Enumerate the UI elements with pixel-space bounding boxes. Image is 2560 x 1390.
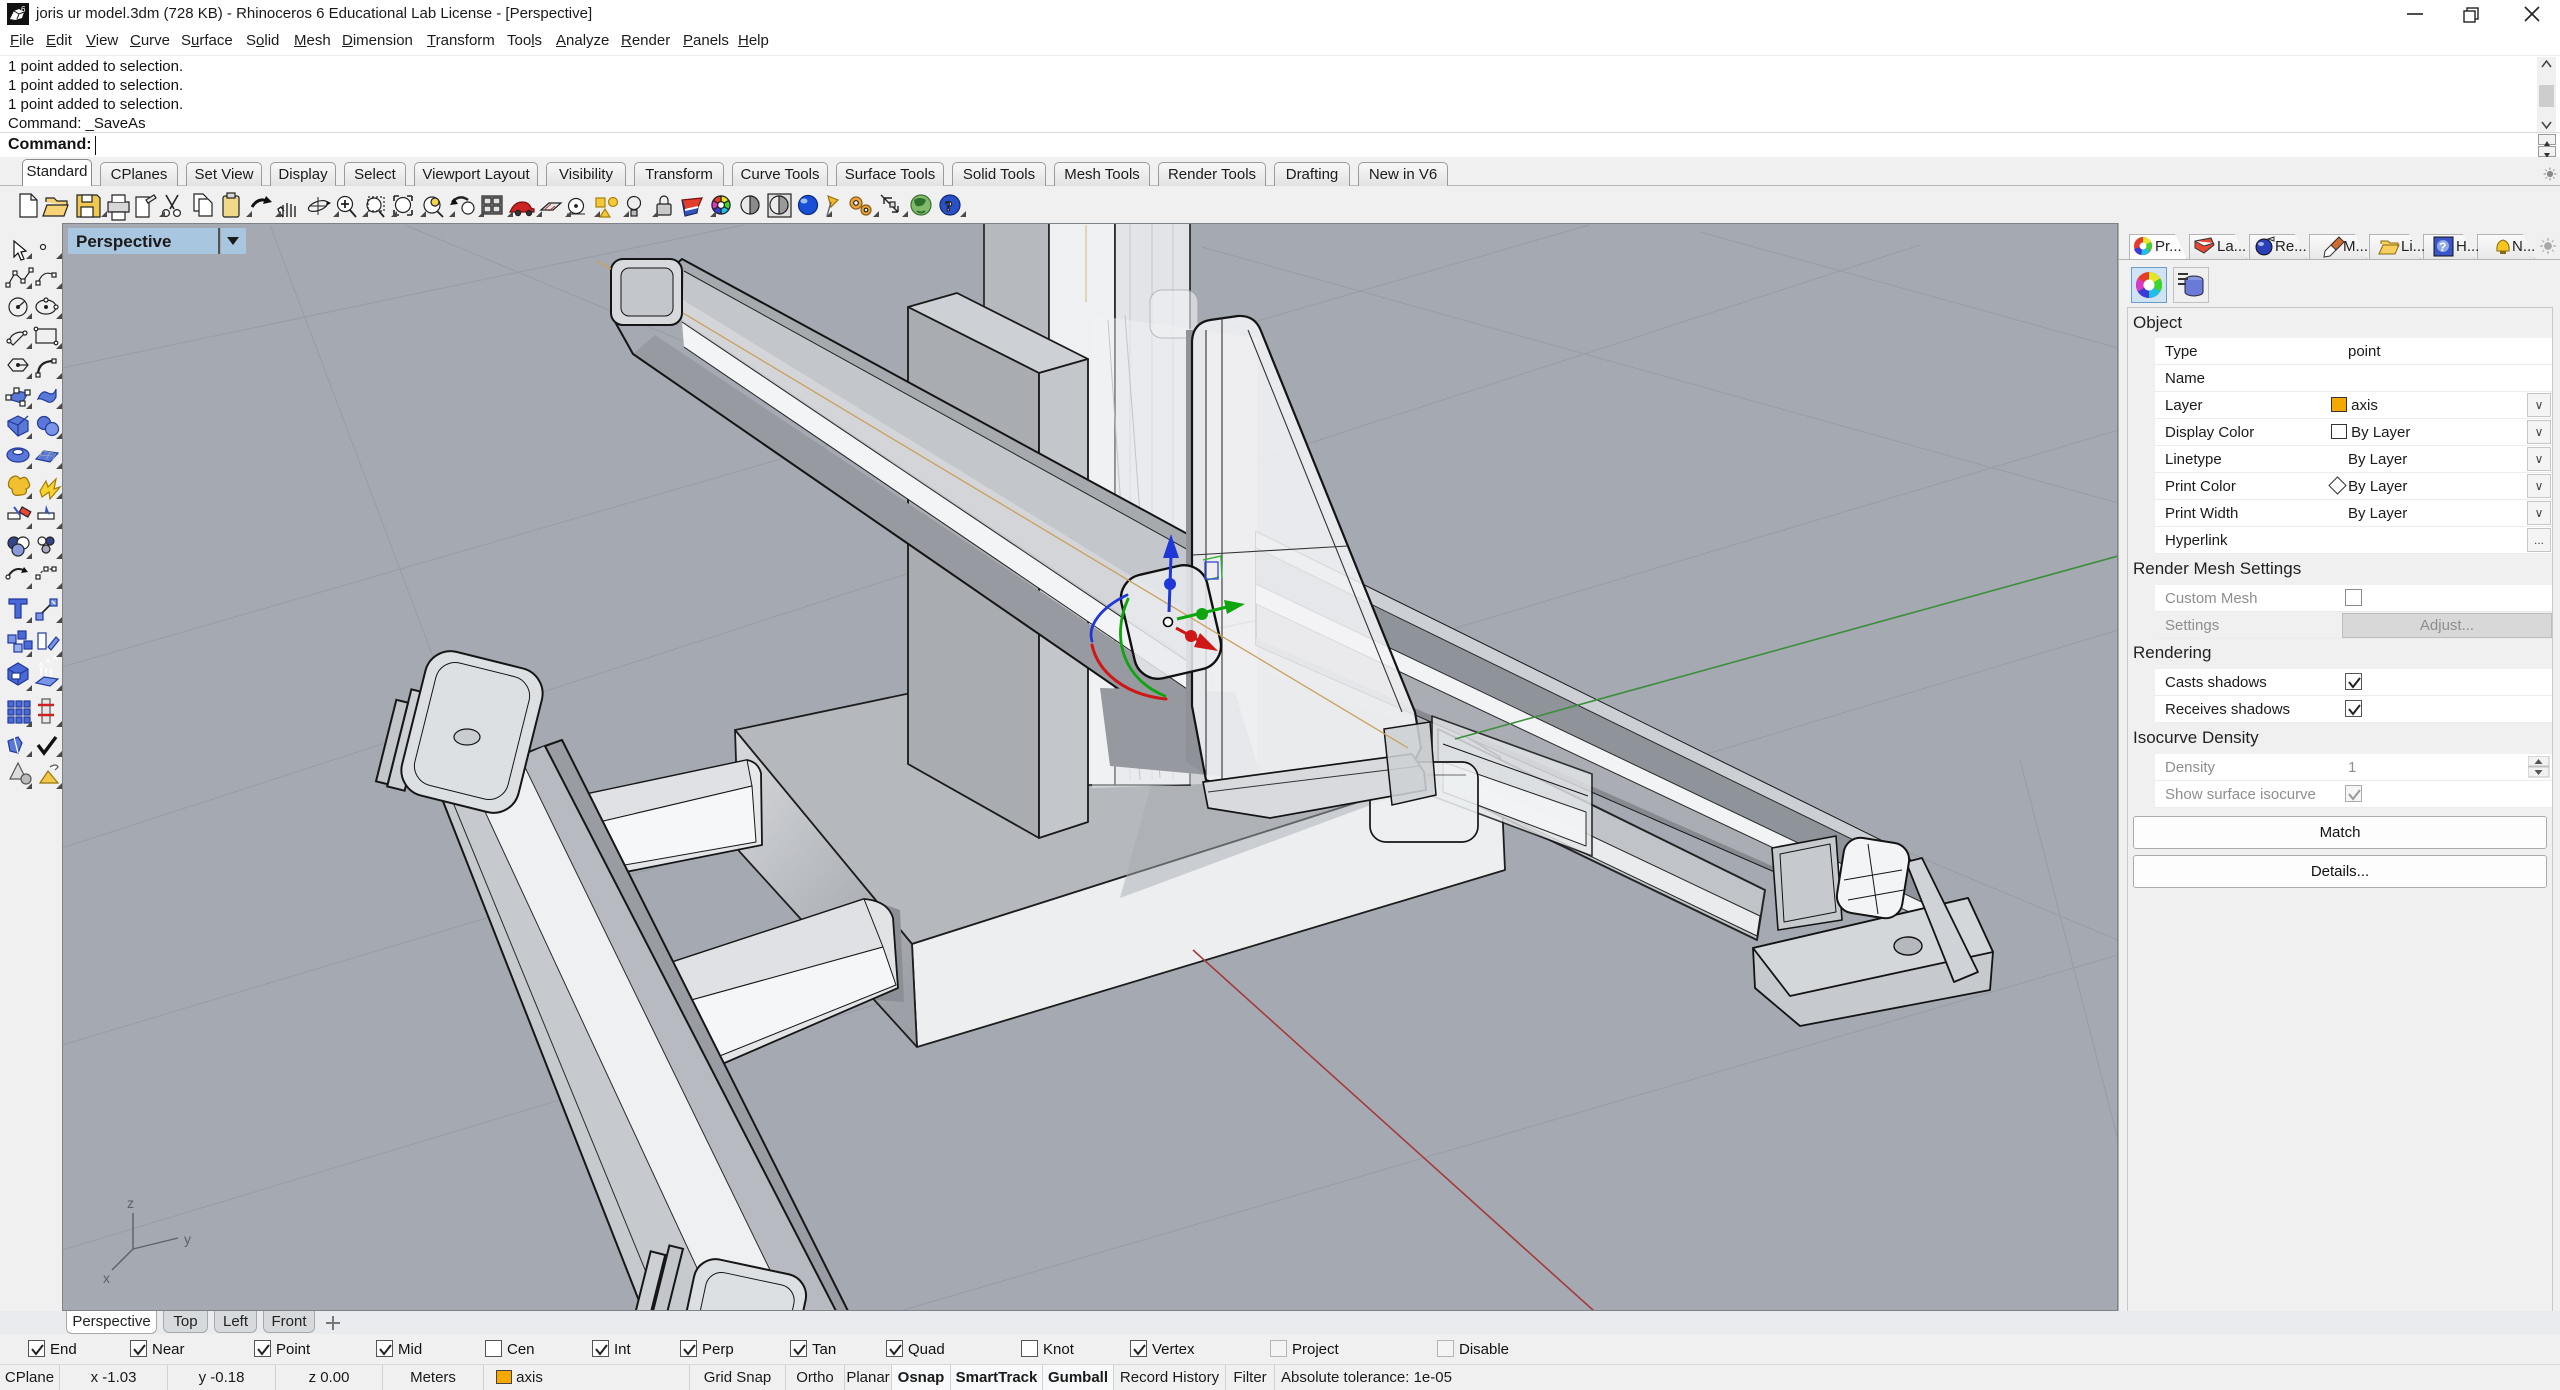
svg-text:M...: M... — [2343, 238, 2368, 255]
svg-text:N...: N... — [2512, 238, 2535, 255]
svg-text:Re...: Re... — [2275, 238, 2307, 255]
svg-text:z: z — [127, 1195, 134, 1211]
svg-text:y: y — [184, 1231, 191, 1247]
svg-text:?: ? — [2439, 240, 2446, 254]
svg-text:H...: H... — [2456, 238, 2479, 255]
svg-text:?: ? — [945, 199, 953, 215]
svg-text:La...: La... — [2217, 238, 2246, 255]
svg-text:Pr...: Pr... — [2155, 238, 2182, 255]
svg-text:Perspective: Perspective — [76, 232, 171, 251]
svg-text:Li...: Li... — [2401, 238, 2425, 255]
svg-text:6: 6 — [21, 5, 26, 14]
svg-text:x: x — [103, 1270, 110, 1286]
